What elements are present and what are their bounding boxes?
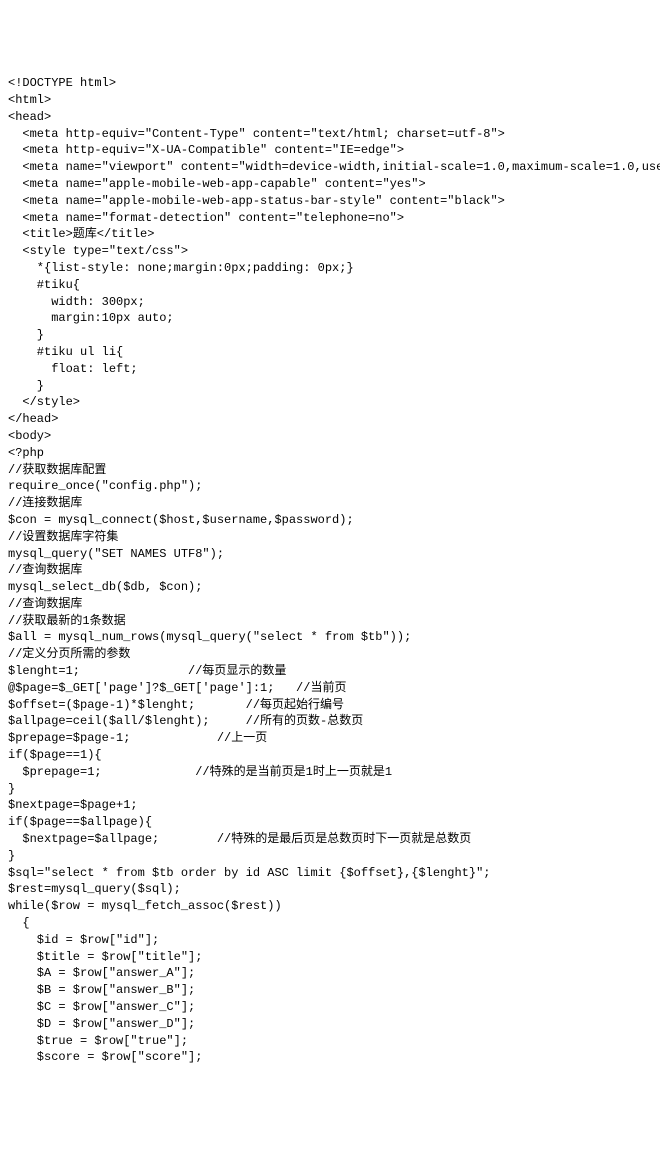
code-line: <?php xyxy=(8,446,44,460)
code-line: $A = $row["answer_A"]; xyxy=(8,966,195,980)
code-line: $true = $row["true"]; xyxy=(8,1034,188,1048)
code-line: $title = $row["title"]; xyxy=(8,950,202,964)
code-line: #tiku ul li{ xyxy=(8,345,123,359)
code-line: $D = $row["answer_D"]; xyxy=(8,1017,195,1031)
code-line: $C = $row["answer_C"]; xyxy=(8,1000,195,1014)
code-line: <meta http-equiv="Content-Type" content=… xyxy=(8,127,505,141)
code-line: $rest=mysql_query($sql); xyxy=(8,882,181,896)
code-line: <head> xyxy=(8,110,51,124)
code-line: } xyxy=(8,379,44,393)
code-line: $nextpage=$page+1; xyxy=(8,798,138,812)
code-line: //获取数据库配置 xyxy=(8,463,106,477)
code-line: $prepage=1; //特殊的是当前页是1时上一页就是1 xyxy=(8,765,392,779)
code-line: <meta name="format-detection" content="t… xyxy=(8,211,404,225)
code-line: $id = $row["id"]; xyxy=(8,933,159,947)
code-line: $nextpage=$allpage; //特殊的是最后页是总数页时下一页就是总… xyxy=(8,832,471,846)
code-line: margin:10px auto; xyxy=(8,311,174,325)
code-line: <meta http-equiv="X-UA-Compatible" conte… xyxy=(8,143,404,157)
code-line: } xyxy=(8,328,44,342)
code-line: $offset=($page-1)*$lenght; //每页起始行编号 xyxy=(8,698,344,712)
code-line: $prepage=$page-1; //上一页 xyxy=(8,731,267,745)
code-line: @$page=$_GET['page']?$_GET['page']:1; //… xyxy=(8,681,346,695)
code-block: <!DOCTYPE html> <html> <head> <meta http… xyxy=(8,75,652,1066)
code-line: //查询数据库 xyxy=(8,597,82,611)
code-line: //获取最新的1条数据 xyxy=(8,614,126,628)
code-line: //定义分页所需的参数 xyxy=(8,647,130,661)
code-line: *{list-style: none;margin:0px;padding: 0… xyxy=(8,261,354,275)
code-line: float: left; xyxy=(8,362,138,376)
code-line: <style type="text/css"> xyxy=(8,244,188,258)
code-line: <html> xyxy=(8,93,51,107)
code-line: $sql="select * from $tb order by id ASC … xyxy=(8,866,490,880)
code-line: <meta name="apple-mobile-web-app-capable… xyxy=(8,177,426,191)
code-line: mysql_select_db($db, $con); xyxy=(8,580,202,594)
code-line: mysql_query("SET NAMES UTF8"); xyxy=(8,547,224,561)
code-line: <meta name="viewport" content="width=dev… xyxy=(8,160,660,174)
code-line: $lenght=1; //每页显示的数量 xyxy=(8,664,286,678)
code-line: while($row = mysql_fetch_assoc($rest)) xyxy=(8,899,282,913)
code-line: //查询数据库 xyxy=(8,563,82,577)
code-line: <meta name="apple-mobile-web-app-status-… xyxy=(8,194,505,208)
code-line: if($page==1){ xyxy=(8,748,102,762)
code-line: $con = mysql_connect($host,$username,$pa… xyxy=(8,513,354,527)
code-line: require_once("config.php"); xyxy=(8,479,202,493)
code-line: #tiku{ xyxy=(8,278,80,292)
code-line: <body> xyxy=(8,429,51,443)
code-line: $score = $row["score"]; xyxy=(8,1050,202,1064)
code-line: <!DOCTYPE html> xyxy=(8,76,116,90)
code-line: <title>题库</title> xyxy=(8,227,154,241)
code-line: } xyxy=(8,849,15,863)
code-line: if($page==$allpage){ xyxy=(8,815,152,829)
code-line: </style> xyxy=(8,395,80,409)
code-line: width: 300px; xyxy=(8,295,145,309)
code-line: } xyxy=(8,782,15,796)
code-line: { xyxy=(8,916,30,930)
code-line: //连接数据库 xyxy=(8,496,82,510)
code-line: //设置数据库字符集 xyxy=(8,530,118,544)
code-line: </head> xyxy=(8,412,58,426)
code-line: $allpage=ceil($all/$lenght); //所有的页数-总数页 xyxy=(8,714,363,728)
code-line: $B = $row["answer_B"]; xyxy=(8,983,195,997)
code-line: $all = mysql_num_rows(mysql_query("selec… xyxy=(8,630,411,644)
